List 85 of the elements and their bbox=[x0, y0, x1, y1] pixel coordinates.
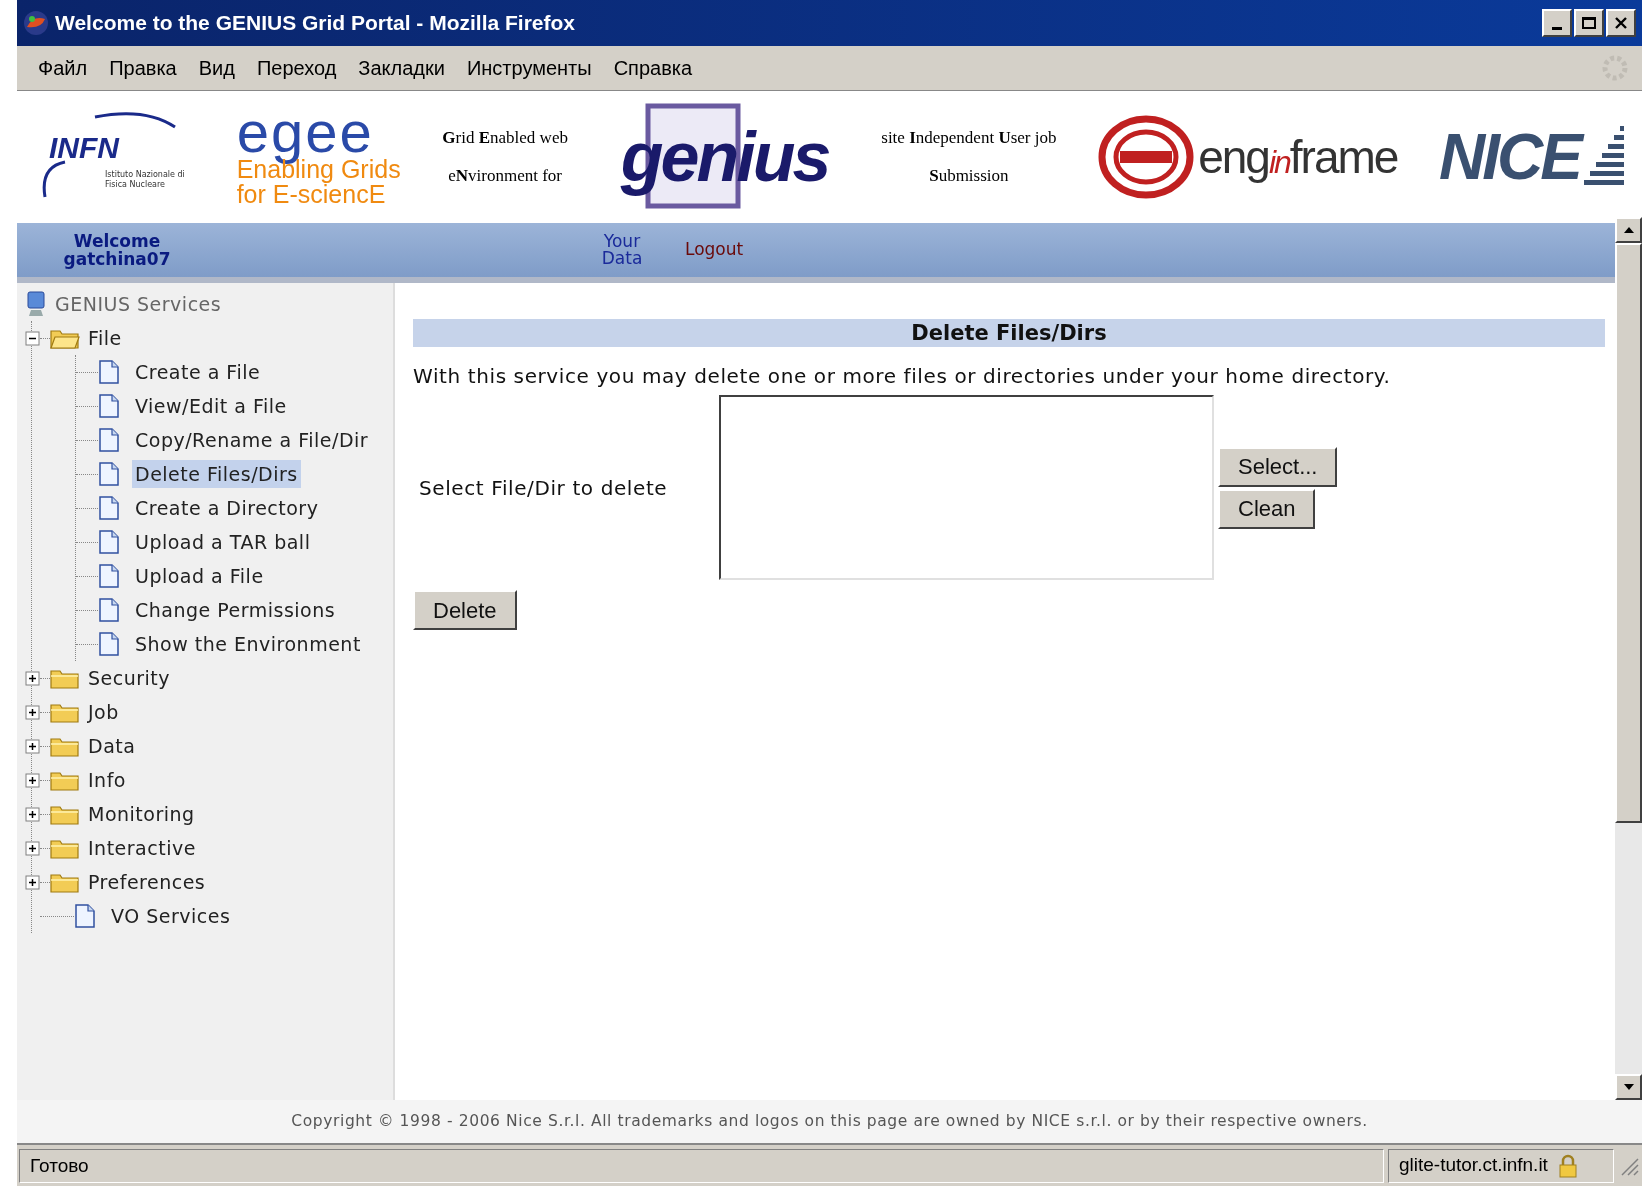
menu-item[interactable]: Вид bbox=[189, 53, 244, 83]
username: gatchina07 bbox=[63, 250, 171, 268]
tree-root: GENIUS Services bbox=[55, 291, 222, 317]
menu-item[interactable]: Правка bbox=[100, 53, 186, 83]
folder-icon bbox=[50, 803, 80, 825]
egee-logo: egee Enabling Grids for E-sciencE bbox=[236, 107, 401, 207]
folder-icon bbox=[50, 871, 80, 893]
computer-icon bbox=[25, 290, 47, 318]
close-icon bbox=[1614, 17, 1628, 29]
tree-folder[interactable]: Security bbox=[86, 663, 173, 693]
maximize-button[interactable] bbox=[1574, 9, 1604, 37]
tree-item[interactable]: Copy/Rename a File/Dir bbox=[132, 425, 372, 455]
expand-icon[interactable] bbox=[24, 670, 40, 686]
document-icon bbox=[98, 496, 120, 520]
genius-tagline: Grid Enabled web eNvironment for bbox=[442, 127, 568, 187]
expand-icon[interactable] bbox=[24, 772, 40, 788]
lock-icon bbox=[1557, 1153, 1578, 1178]
data-link[interactable]: Your Data bbox=[597, 233, 647, 267]
document-icon bbox=[98, 360, 120, 384]
field-label: Select File/Dir to delete bbox=[419, 474, 669, 502]
document-icon bbox=[98, 564, 120, 588]
menu-item[interactable]: Переход bbox=[247, 53, 346, 83]
tree-item[interactable]: Change Permissions bbox=[132, 595, 339, 625]
tree-folder[interactable]: File bbox=[86, 323, 124, 353]
host-name: glite-tutor.ct.infn.it bbox=[1399, 1153, 1548, 1178]
menu-item[interactable]: Файл bbox=[29, 53, 97, 83]
close-button[interactable] bbox=[1606, 9, 1636, 37]
tree-item[interactable]: Show the Environment bbox=[132, 629, 364, 659]
scroll-up-icon[interactable] bbox=[1622, 226, 1635, 234]
document-icon bbox=[98, 394, 120, 418]
genius-tagline: site Independent User job Submission bbox=[881, 127, 1057, 187]
select-button[interactable]: Select... bbox=[1218, 446, 1338, 487]
folder-icon bbox=[50, 769, 80, 791]
document-icon bbox=[98, 632, 120, 656]
scrollbar[interactable] bbox=[1615, 217, 1642, 1100]
tree-folder[interactable]: Job bbox=[86, 697, 121, 727]
status-text: Готово bbox=[19, 1148, 1384, 1183]
clean-button[interactable]: Clean bbox=[1218, 488, 1316, 529]
tree-folder[interactable]: Preferences bbox=[86, 867, 208, 897]
tree-folder[interactable]: Data bbox=[86, 731, 138, 761]
menu-item[interactable]: Инструменты bbox=[457, 53, 601, 83]
document-icon bbox=[98, 598, 120, 622]
tree-item[interactable]: Delete Files/Dirs bbox=[132, 459, 301, 489]
window-title: Welcome to the GENIUS Grid Portal - Mozilla Firefox bbox=[55, 10, 576, 37]
document-icon bbox=[98, 428, 120, 452]
expand-icon[interactable] bbox=[24, 738, 40, 754]
document-icon bbox=[98, 530, 120, 554]
document-icon bbox=[98, 462, 120, 486]
minimize-icon bbox=[1552, 26, 1562, 30]
file-list-field[interactable] bbox=[719, 395, 1214, 580]
folder-icon bbox=[50, 735, 80, 757]
document-icon bbox=[74, 904, 96, 928]
folder-icon bbox=[50, 701, 80, 723]
copyright-text: Copyright © 1998 - 2006 Nice S.r.l. All trademarks and logos on this page are owned by NICE s.r.l. or by their respective owners. bbox=[291, 1110, 1368, 1132]
folder-icon bbox=[50, 667, 80, 689]
maximize-icon bbox=[1582, 17, 1596, 29]
minimize-button[interactable] bbox=[1542, 9, 1572, 37]
menu-item[interactable]: Закладки bbox=[349, 53, 454, 83]
infn-logo: INFN Istituto Nazionale di Fisica Nucleare bbox=[35, 107, 195, 207]
tree-item[interactable]: View/Edit a File bbox=[132, 391, 290, 421]
tree-folder[interactable]: Interactive bbox=[86, 833, 198, 863]
tree-folder[interactable]: Monitoring bbox=[86, 799, 197, 829]
menu-item[interactable]: Справка bbox=[604, 53, 702, 83]
folder-icon bbox=[50, 837, 80, 859]
expand-icon[interactable] bbox=[24, 874, 40, 890]
welcome-label: Welcome bbox=[73, 232, 161, 250]
scroll-down-icon[interactable] bbox=[1622, 1083, 1635, 1091]
description: With this service you may delete one or more files or directories under your home directory. bbox=[413, 363, 1392, 390]
tree-folder[interactable]: Info bbox=[86, 765, 128, 795]
tree-item[interactable]: Upload a File bbox=[132, 561, 267, 591]
expand-icon[interactable] bbox=[24, 806, 40, 822]
enginframe-logo: enginframe bbox=[1098, 115, 1398, 199]
delete-button[interactable]: Delete bbox=[413, 590, 517, 630]
tree-item[interactable]: Create a Directory bbox=[132, 493, 322, 523]
logout-link[interactable]: Logout bbox=[685, 237, 744, 263]
tree-item[interactable]: VO Services bbox=[108, 901, 234, 931]
open-folder-icon bbox=[50, 327, 80, 349]
tree-item[interactable]: Upload a TAR ball bbox=[132, 527, 314, 557]
browser-icon bbox=[21, 9, 51, 37]
section-heading: Delete Files/Dirs bbox=[413, 319, 1605, 347]
nice-logo: NICE bbox=[1439, 109, 1624, 205]
collapse-icon[interactable] bbox=[24, 330, 40, 346]
expand-icon[interactable] bbox=[24, 840, 40, 856]
expand-icon[interactable] bbox=[24, 704, 40, 720]
tree-item[interactable]: Create a File bbox=[132, 357, 264, 387]
